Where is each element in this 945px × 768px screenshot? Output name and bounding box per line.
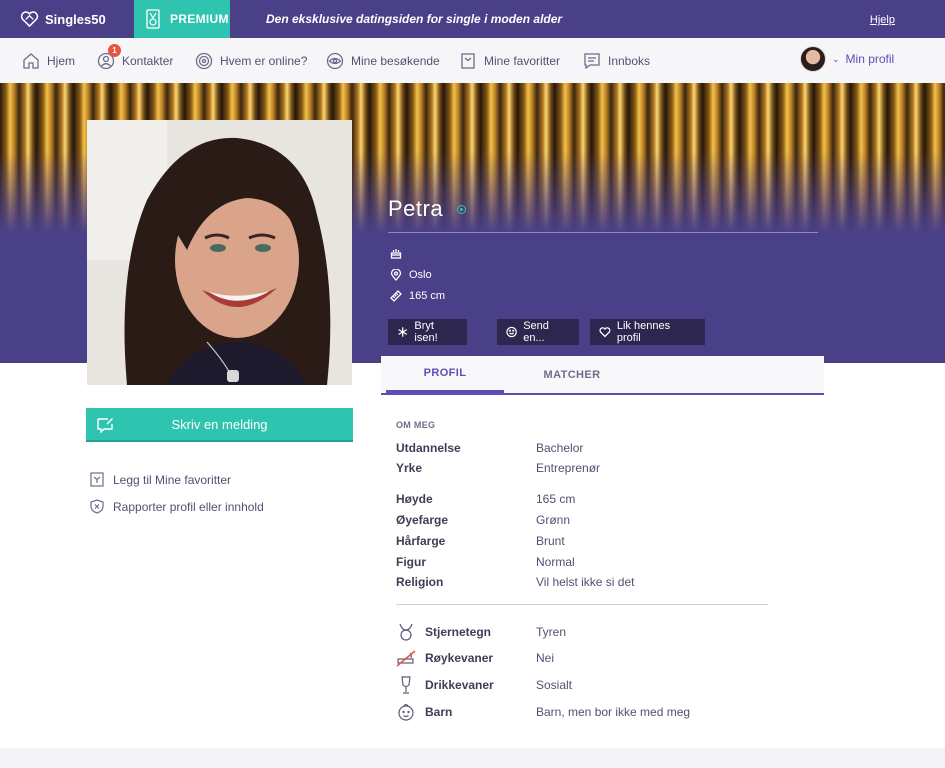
detail-key: Røykevaner: [425, 651, 494, 665]
heart-icon: [599, 327, 611, 338]
my-profile-menu[interactable]: ⌄ Min profil: [800, 46, 894, 72]
premium-badge[interactable]: PREMIUM: [134, 0, 230, 38]
nav-favorites-label: Mine favoritter: [484, 54, 561, 68]
write-message-label: Skriv en melding: [171, 416, 268, 432]
profile-tabs: PROFIL MATCHER: [381, 356, 824, 395]
city-text: Oslo: [409, 269, 432, 281]
shield-report-icon: [90, 499, 104, 514]
nav-online[interactable]: Hvem er online?: [195, 52, 307, 70]
contacts-badge: 1: [108, 44, 121, 57]
detail-key: Utdannelse: [396, 441, 461, 455]
nav-contacts[interactable]: 1 Kontakter: [97, 44, 174, 70]
help-link[interactable]: Hjelp: [870, 14, 895, 26]
premium-label: PREMIUM: [170, 12, 229, 26]
nav-home-label: Hjem: [47, 54, 76, 68]
detail-value: Entreprenør: [536, 461, 601, 475]
snowflake-icon: [398, 327, 408, 337]
detail-key: Yrke: [396, 461, 423, 475]
profile-name: Petra: [388, 196, 444, 221]
main-nav: Hjem 1 Kontakter Hvem er online? Mine be…: [0, 38, 945, 83]
detail-key: Drikkevaner: [425, 678, 494, 692]
nav-visitors[interactable]: Mine besøkende: [326, 52, 440, 70]
glass-icon: [401, 676, 411, 694]
home-icon: [23, 53, 39, 69]
eye-icon: [326, 52, 344, 70]
report-link[interactable]: Rapporter profil eller innhold: [90, 499, 264, 514]
nav-home[interactable]: Hjem: [22, 52, 75, 70]
detail-value: Tyren: [536, 625, 567, 639]
profile-photo-image: [87, 120, 352, 385]
nav-contacts-label: Kontakter: [122, 54, 174, 68]
height-text: 165 cm: [409, 290, 446, 302]
nav-inbox[interactable]: Innboks: [583, 52, 650, 70]
details-divider: [396, 604, 768, 605]
add-favorite-link[interactable]: Legg til Mine favoritter: [90, 472, 231, 487]
smiley-icon: [506, 326, 517, 338]
detail-value: Vil helst ikke si det: [536, 575, 635, 589]
brand-logo[interactable]: Singles50: [0, 11, 134, 27]
icebreaker-label: Bryt isen!: [414, 320, 438, 344]
detail-key: Barn: [425, 705, 453, 719]
my-profile-label: Min profil: [845, 52, 895, 66]
detail-key: Hårfarge: [396, 534, 446, 548]
detail-key: Religion: [396, 575, 444, 589]
like-label: Lik hennes profil: [616, 320, 671, 344]
detail-value: Brunt: [536, 534, 565, 548]
nav-visitors-label: Mine besøkende: [351, 54, 440, 68]
location-row: Oslo: [390, 269, 432, 281]
birthday-cake-icon: [390, 249, 402, 259]
avatar: [800, 46, 826, 72]
detail-value: Normal: [536, 555, 575, 569]
bookmark-icon: [461, 53, 475, 69]
detail-value: Sosialt: [536, 678, 573, 692]
tagline: Den eksklusive datingsiden for single i …: [266, 12, 563, 26]
nav-inbox-label: Innboks: [608, 54, 651, 68]
tab-profile[interactable]: PROFIL: [386, 356, 504, 393]
hero-divider: [388, 232, 818, 233]
detail-key: Figur: [396, 555, 426, 569]
top-bar: Singles50 PREMIUM Den eksklusive datings…: [0, 0, 945, 38]
detail-value: Bachelor: [536, 441, 584, 455]
no-smoking-icon: [396, 650, 416, 667]
nav-online-label: Hvem er online?: [220, 54, 308, 68]
bookmark-add-icon: [90, 472, 104, 487]
profile-photo[interactable]: [87, 120, 352, 385]
nav-favorites[interactable]: Mine favoritter: [459, 52, 560, 70]
detail-value: Grønn: [536, 513, 571, 527]
report-label: Rapporter profil eller innhold: [113, 499, 264, 514]
location-pin-icon: [390, 269, 402, 281]
height-row: 165 cm: [390, 290, 445, 302]
write-message-button[interactable]: Skriv en melding: [86, 408, 353, 442]
about-me-title: OM MEG: [396, 420, 436, 430]
like-profile-button[interactable]: Lik hennes profil: [590, 319, 705, 345]
footer-strip: [0, 748, 945, 768]
inbox-icon: [584, 53, 600, 70]
ruler-icon: [390, 290, 402, 302]
write-message-icon: [97, 418, 113, 433]
online-icon: [195, 52, 213, 70]
send-button[interactable]: Send en...: [497, 319, 579, 345]
icebreaker-button[interactable]: Bryt isen!: [388, 319, 467, 345]
online-status-icon: [457, 205, 466, 214]
baby-icon: [398, 703, 414, 721]
detail-value: 165 cm: [536, 492, 576, 506]
detail-key: Stjernetegn: [425, 625, 492, 639]
brand-name: Singles50: [45, 11, 106, 27]
medal-icon: [146, 9, 160, 29]
detail-value: Nei: [536, 651, 555, 665]
send-label: Send en...: [523, 320, 549, 344]
detail-key: Øyefarge: [396, 513, 449, 527]
detail-key: Høyde: [396, 492, 433, 506]
add-favorite-label: Legg til Mine favoritter: [113, 472, 232, 487]
age-row: [390, 247, 402, 259]
taurus-icon: [399, 623, 413, 641]
detail-value: Barn, men bor ikke med meg: [536, 705, 691, 719]
heart-logo-icon: [20, 11, 39, 27]
tab-matches[interactable]: MATCHER: [512, 356, 632, 393]
chevron-down-icon: ⌄: [832, 53, 840, 64]
